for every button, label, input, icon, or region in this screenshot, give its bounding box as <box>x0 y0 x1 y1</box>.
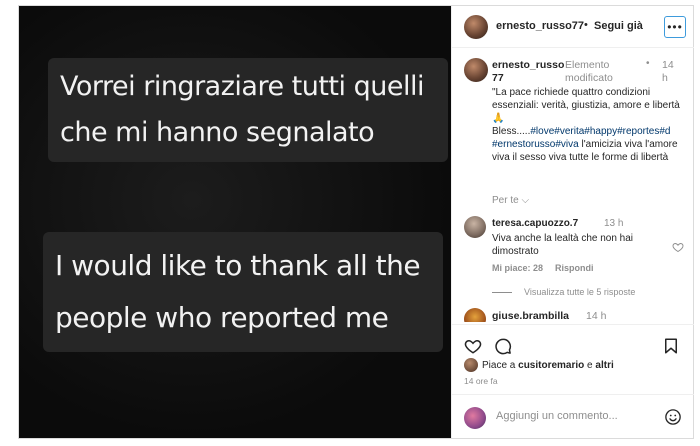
comment-timestamp[interactable]: 13 h <box>604 218 623 229</box>
image-text-line: che mi hanno segnalato <box>60 117 375 148</box>
post-dialog: Vorrei ringraziare tutti quelli che mi h… <box>18 5 694 439</box>
image-text-line: people who reported me <box>55 301 389 334</box>
post-sidebar: ernesto_russo77 • Segui già ••• ernesto_… <box>451 6 694 438</box>
action-bar <box>452 324 694 362</box>
separator-dot: • <box>584 19 588 31</box>
author-avatar[interactable] <box>464 15 488 39</box>
edited-label: Elemento modificato <box>565 59 613 84</box>
likes-text: Piace a cusitoremario e altri <box>482 360 614 371</box>
text-bubble-italian: Vorrei ringraziare tutti quelli che mi h… <box>48 58 448 162</box>
like-comment-icon[interactable] <box>672 241 684 253</box>
image-text-line: I would like to thank all the <box>55 249 421 282</box>
separator-dot: • <box>646 58 650 69</box>
view-replies-link[interactable]: Visualizza tutte le 5 risposte <box>492 287 635 297</box>
comment-text: Viva anche la lealtà che non hai dimostr… <box>492 233 634 257</box>
comment-timestamp[interactable]: 14 h <box>586 310 606 322</box>
image-text-line: Vorrei ringraziare tutti quelli <box>60 71 424 102</box>
comment-likes[interactable]: Mi piace: 28 <box>492 263 543 273</box>
caption-username[interactable]: ernesto_russo 77 <box>492 59 564 85</box>
caption-bless: Bless..... <box>492 126 531 137</box>
more-options-icon: ••• <box>667 20 683 34</box>
comment-item: giuse.brambilla 14 h <box>452 306 694 322</box>
chevron-down-icon: ⌵ <box>521 195 530 206</box>
caption-author-avatar[interactable] <box>464 58 488 82</box>
post-timestamp[interactable]: 14 ore fa <box>464 376 498 386</box>
caption-text: "La pace richiede quattro condizioni ess… <box>492 86 688 164</box>
comment-input[interactable] <box>496 410 656 422</box>
commenter-avatar[interactable] <box>464 216 486 238</box>
comment-icon[interactable] <box>494 337 512 355</box>
add-comment-bar <box>452 394 694 438</box>
bookmark-icon[interactable] <box>662 337 680 355</box>
more-options-button[interactable]: ••• <box>664 16 686 38</box>
post-image[interactable]: Vorrei ringraziare tutti quelli che mi h… <box>19 6 451 438</box>
reply-button[interactable]: Rispondi <box>555 263 594 273</box>
current-user-avatar <box>464 407 486 429</box>
text-bubble-english: I would like to thank all the people who… <box>43 232 443 352</box>
caption-intro: "La pace richiede quattro condizioni ess… <box>492 87 680 124</box>
following-button[interactable]: Segui già <box>594 20 643 32</box>
caption-timestamp[interactable]: 14 h <box>662 59 676 85</box>
liker-avatar <box>464 358 478 372</box>
author-username[interactable]: ernesto_russo77 <box>496 20 584 32</box>
emoji-icon[interactable] <box>664 408 682 426</box>
commenter-username[interactable]: giuse.brambilla <box>492 310 569 322</box>
post-header: ernesto_russo77 • Segui già ••• <box>452 6 694 48</box>
see-translation-link[interactable]: Per te ⌵ <box>492 195 529 206</box>
commenter-avatar[interactable] <box>464 308 486 322</box>
heart-icon[interactable] <box>464 337 482 355</box>
commenter-username[interactable]: teresa.capuozzo.7 <box>492 218 578 229</box>
